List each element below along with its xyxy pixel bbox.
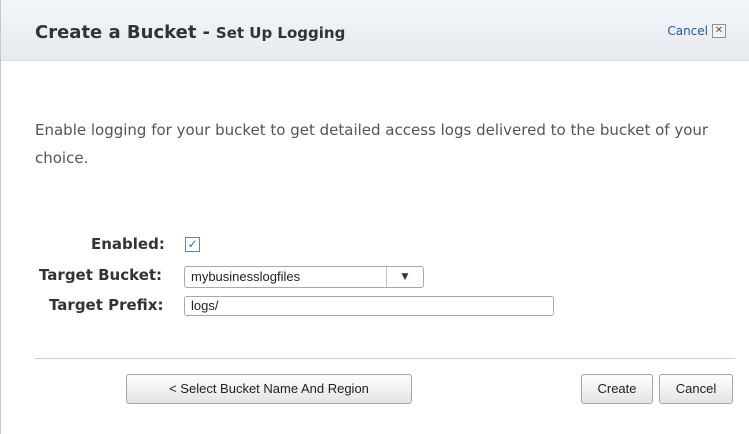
title-subtitle: Set Up Logging <box>215 24 346 42</box>
target-bucket-value[interactable]: mybusinesslogfiles <box>185 267 387 287</box>
target-bucket-label: Target Bucket: <box>39 266 163 284</box>
chevron-down-icon[interactable]: ▼ <box>387 267 423 287</box>
dialog-title: Create a Bucket - Set Up Logging <box>35 22 345 43</box>
target-bucket-select[interactable]: mybusinesslogfiles ▼ <box>184 266 424 288</box>
footer-divider <box>35 358 735 359</box>
select-bucket-name-button[interactable]: < Select Bucket Name And Region <box>126 374 412 404</box>
title-main: Create a Bucket <box>35 22 197 43</box>
enabled-label: Enabled: <box>91 235 165 253</box>
cancel-button[interactable]: Cancel <box>659 374 733 404</box>
create-bucket-dialog: Create a Bucket - Set Up Logging Cancel ✕ … <box>0 0 749 434</box>
close-icon[interactable]: ✕ <box>712 24 726 38</box>
create-button[interactable]: Create <box>581 374 653 404</box>
enabled-checkbox[interactable]: ✓ <box>185 237 200 252</box>
header-cancel-link[interactable]: Cancel ✕ <box>667 24 726 38</box>
checkmark-icon: ✓ <box>187 237 198 251</box>
target-prefix-label: Target Prefix: <box>49 296 164 314</box>
title-separator: - <box>202 22 210 43</box>
target-prefix-input[interactable]: logs/ <box>184 296 554 316</box>
dialog-header: Create a Bucket - Set Up Logging Cancel ✕ <box>1 0 749 61</box>
logging-description: Enable logging for your bucket to get de… <box>35 121 709 167</box>
header-cancel-label[interactable]: Cancel <box>667 24 708 38</box>
